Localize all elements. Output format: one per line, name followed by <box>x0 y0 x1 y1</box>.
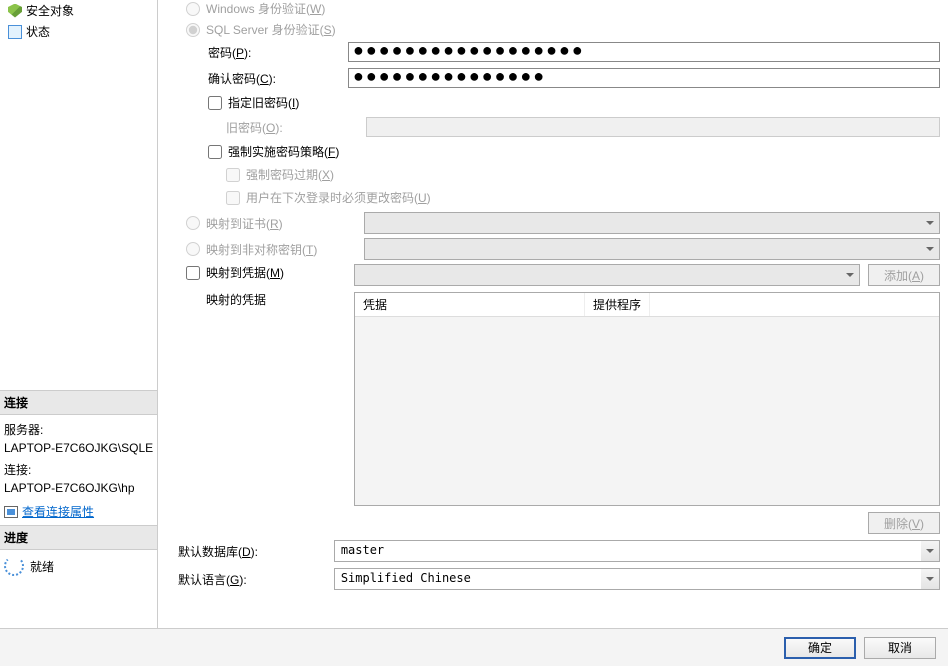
credentials-grid[interactable]: 凭据 提供程序 <box>354 292 940 506</box>
tree-item-security-objects[interactable]: 安全对象 <box>4 0 153 21</box>
progress-status: 就绪 <box>30 558 54 575</box>
tree-item-label: 安全对象 <box>26 2 74 19</box>
combo-value: Simplified Chinese <box>335 569 921 589</box>
conn-label: 连接: <box>4 461 153 479</box>
old-password-input <box>366 117 940 137</box>
enforce-expire-checkbox <box>226 168 240 182</box>
map-credentials-check[interactable]: 映射到凭据(M) <box>186 264 346 281</box>
old-password-label: 旧密码(O): <box>226 119 366 136</box>
specify-old-password-check[interactable]: 指定旧密码(I) <box>208 94 940 111</box>
confirm-password-input[interactable]: ●●●●●●●●●●●●●●● <box>348 68 940 88</box>
enforce-expire-check: 强制密码过期(X) <box>226 166 940 183</box>
default-lang-combo[interactable]: Simplified Chinese <box>334 568 940 590</box>
server-value: LAPTOP-E7C6OJKG\SQLE <box>4 439 153 457</box>
chevron-down-icon[interactable] <box>921 569 939 589</box>
combo-value: master <box>335 541 921 561</box>
confirm-password-label: 确认密码(C): <box>208 70 348 87</box>
ok-button[interactable]: 确定 <box>784 637 856 659</box>
tree-item-status[interactable]: 状态 <box>4 21 153 42</box>
chevron-down-icon[interactable] <box>921 541 939 561</box>
col-provider: 提供程序 <box>585 293 650 316</box>
link-text: 查看连接属性 <box>22 503 94 521</box>
password-label: 密码(P): <box>208 44 348 61</box>
specify-old-password-checkbox[interactable] <box>208 96 222 110</box>
mapped-credentials-label: 映射的凭据 <box>206 291 346 308</box>
must-change-check: 用户在下次登录时必须更改密码(U) <box>226 189 940 206</box>
server-label: 服务器: <box>4 421 153 439</box>
tree-item-label: 状态 <box>26 23 50 40</box>
delete-button: 删除(V) <box>868 512 940 534</box>
default-db-combo[interactable]: master <box>334 540 940 562</box>
spinner-icon <box>4 556 24 576</box>
radio-windows-auth: Windows 身份验证(W) <box>186 0 940 17</box>
connection-header: 连接 <box>0 390 157 415</box>
progress-row: 就绪 <box>0 550 157 582</box>
shield-icon <box>8 4 22 18</box>
map-asym-radio <box>186 242 200 256</box>
dialog-button-bar: 确定 取消 <box>0 628 948 666</box>
map-asym-combo <box>364 238 940 260</box>
password-input[interactable]: ●●●●●●●●●●●●●●●●●● <box>348 42 940 62</box>
map-cert-radio <box>186 216 200 230</box>
chevron-down-icon <box>841 265 859 285</box>
must-change-checkbox <box>226 191 240 205</box>
enforce-policy-check[interactable]: 强制实施密码策略(F) <box>208 143 940 160</box>
map-cert-combo <box>364 212 940 234</box>
progress-header: 进度 <box>0 525 157 550</box>
cancel-button[interactable]: 取消 <box>864 637 936 659</box>
enforce-policy-checkbox[interactable] <box>208 145 222 159</box>
status-icon <box>8 25 22 39</box>
chevron-down-icon <box>921 213 939 233</box>
col-credential: 凭据 <box>355 293 585 316</box>
left-sidebar: 安全对象 状态 连接 服务器: LAPTOP-E7C6OJKG\SQLE 连接:… <box>0 0 158 628</box>
connection-body: 服务器: LAPTOP-E7C6OJKG\SQLE 连接: LAPTOP-E7C… <box>0 415 157 525</box>
properties-icon <box>4 506 18 518</box>
default-db-label: 默认数据库(D): <box>178 543 334 560</box>
default-lang-label: 默认语言(G): <box>178 571 334 588</box>
radio-sql-auth-input <box>186 23 200 37</box>
chevron-down-icon <box>921 239 939 259</box>
add-button: 添加(A) <box>868 264 940 286</box>
conn-value: LAPTOP-E7C6OJKG\hp <box>4 479 153 497</box>
map-credentials-checkbox[interactable] <box>186 266 200 280</box>
radio-sql-auth: SQL Server 身份验证(S) <box>186 21 940 38</box>
radio-windows-auth-input <box>186 2 200 16</box>
page-tree: 安全对象 状态 <box>0 0 157 390</box>
grid-header: 凭据 提供程序 <box>355 293 939 317</box>
view-connection-properties-link[interactable]: 查看连接属性 <box>4 503 153 521</box>
map-credentials-combo <box>354 264 860 286</box>
right-content: Windows 身份验证(W) SQL Server 身份验证(S) 密码(P)… <box>158 0 948 628</box>
